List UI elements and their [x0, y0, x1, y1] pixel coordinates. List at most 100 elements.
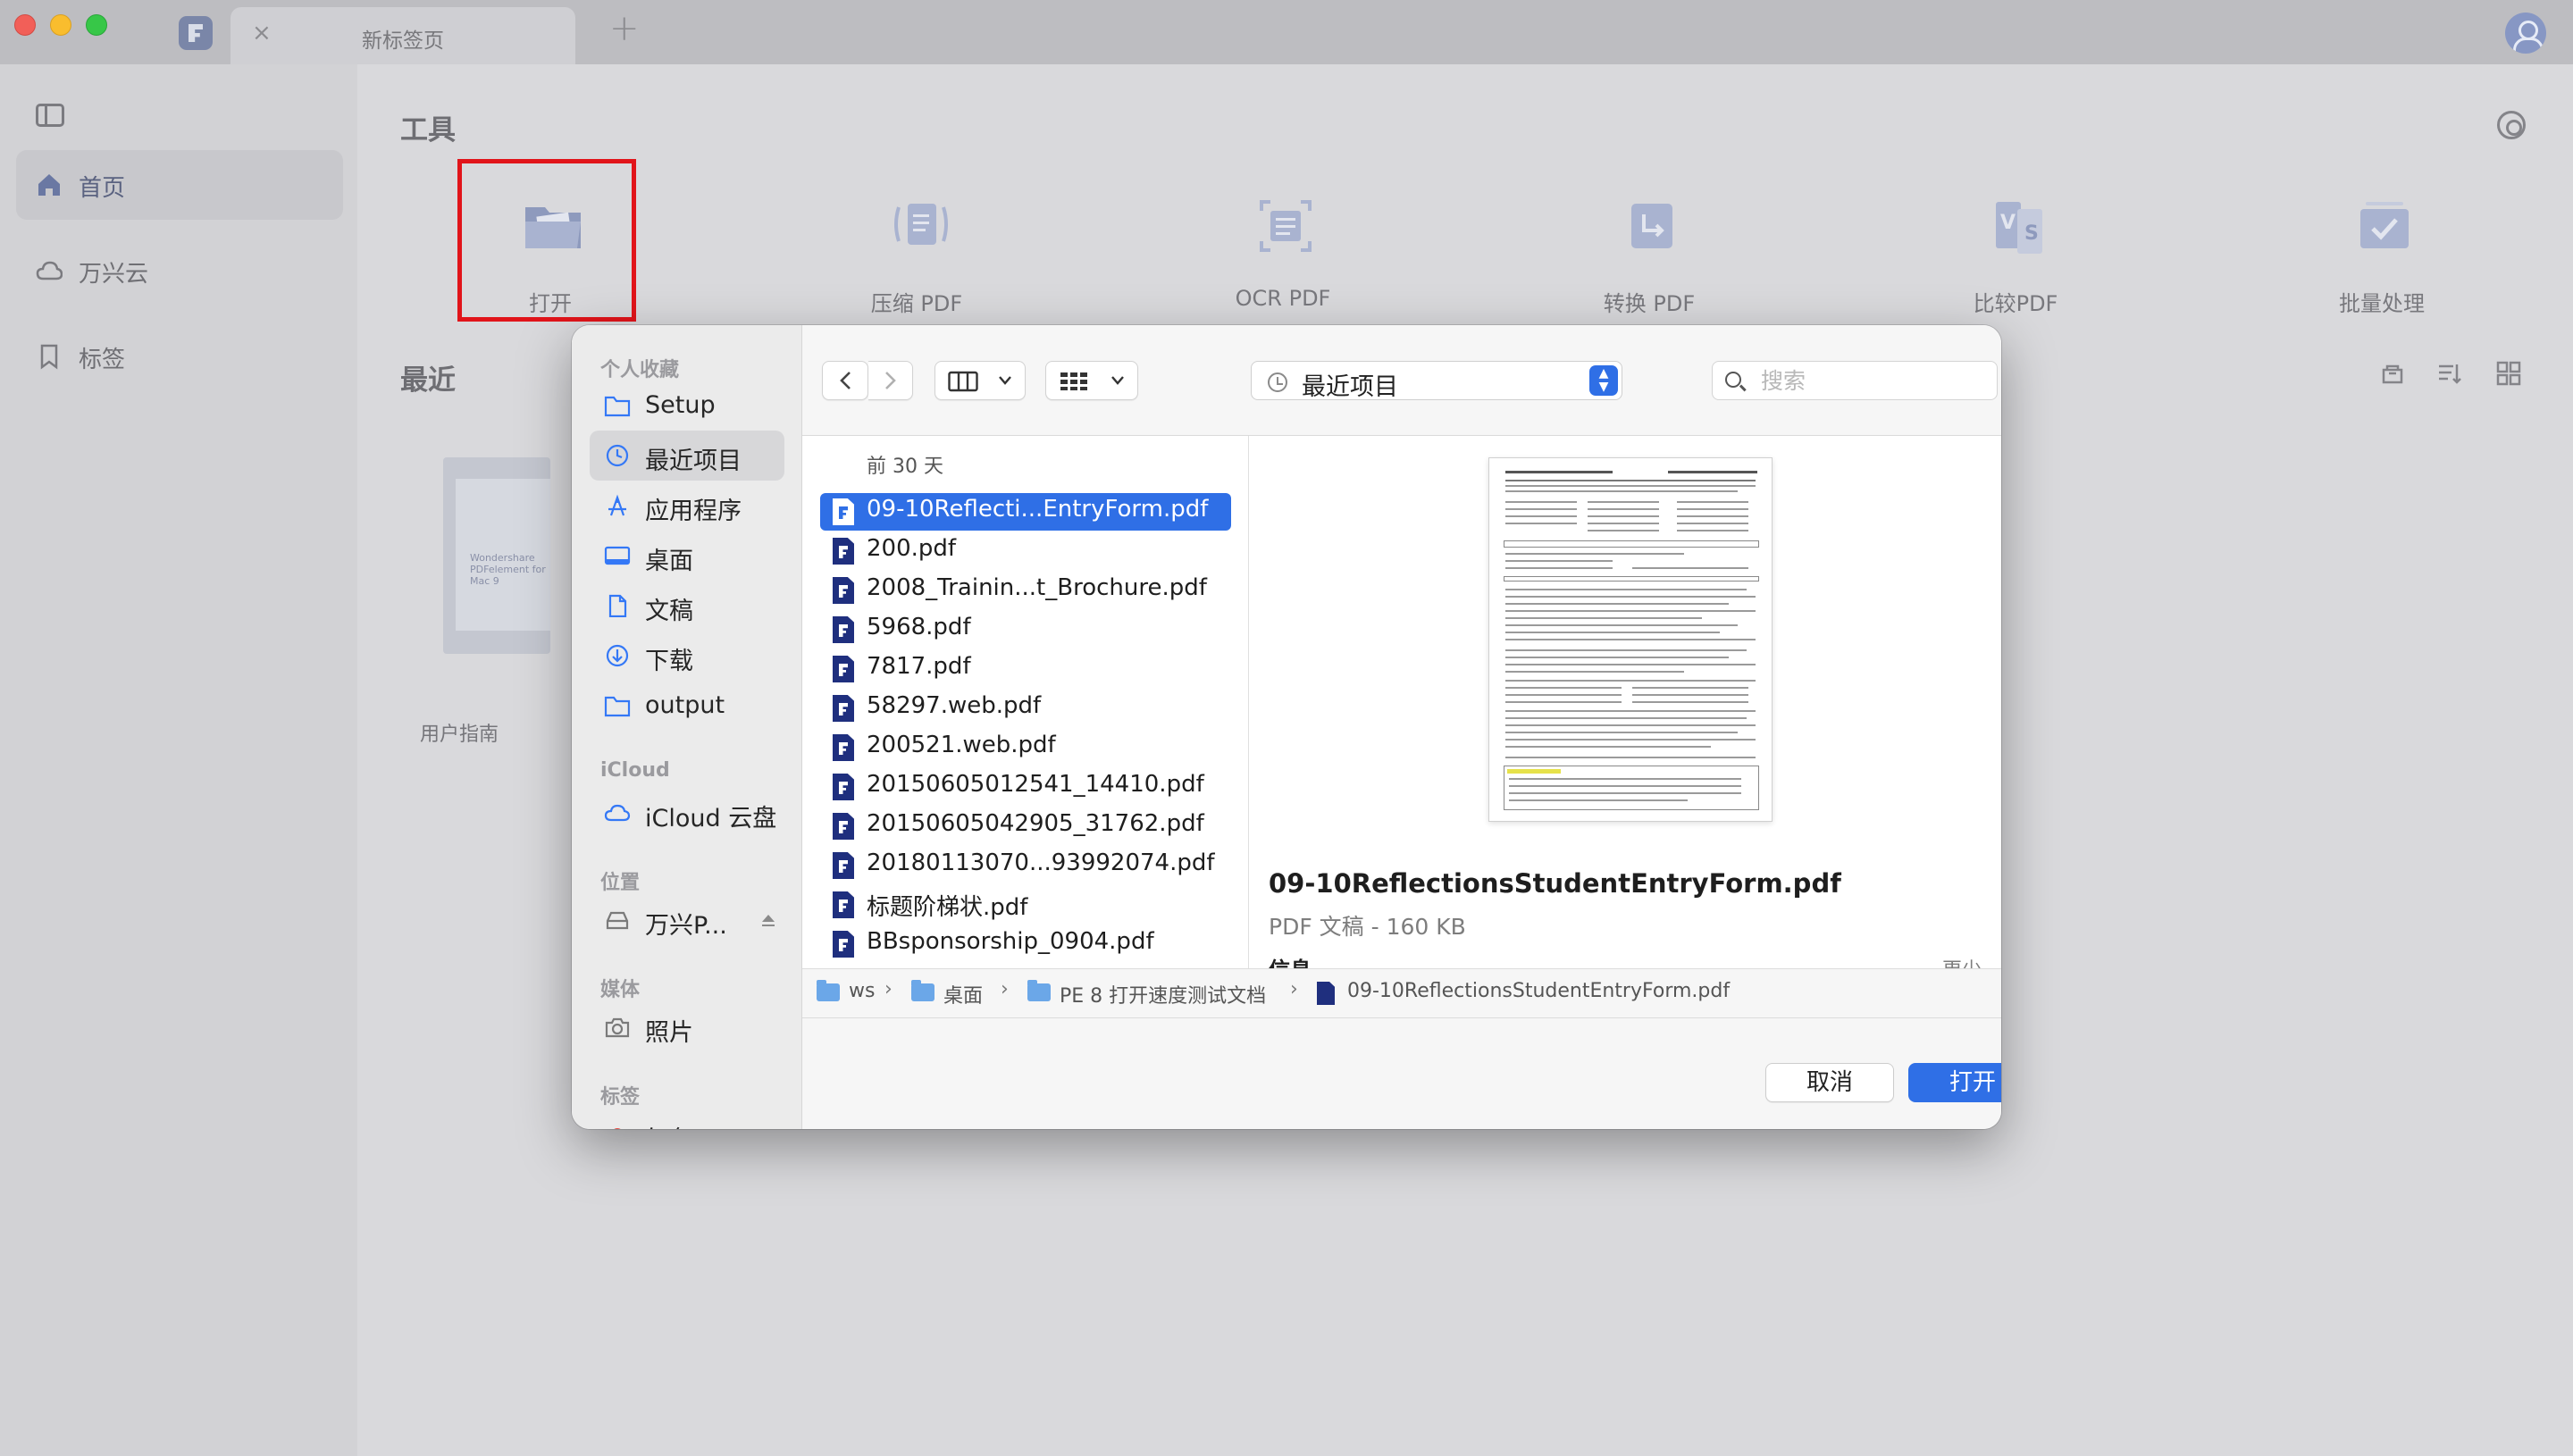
pdf-file-icon: [833, 774, 854, 800]
group-by-button[interactable]: [1045, 361, 1138, 400]
sidebar-item-downloads[interactable]: 下载: [590, 631, 784, 681]
search-field[interactable]: [1712, 361, 1998, 400]
sidebar-item-bookmarks[interactable]: 标签: [16, 322, 343, 391]
clock-icon: [606, 444, 629, 467]
file-row[interactable]: 20150605012541_14410.pdf: [820, 768, 1231, 806]
pdf-file-icon: [833, 931, 854, 958]
file-row[interactable]: 标题阶梯状.pdf: [820, 886, 1231, 924]
file-row[interactable]: 58297.web.pdf: [820, 690, 1231, 727]
sidebar-item-home[interactable]: 首页: [16, 150, 343, 220]
new-tab-button[interactable]: +: [609, 11, 640, 46]
tool-label: 压缩 PDF: [870, 291, 963, 316]
preview-pane: 09-10ReflectionsStudentEntryForm.pdf PDF…: [1249, 436, 2001, 983]
close-window-button[interactable]: [14, 14, 36, 36]
file-name: 09-10Reflecti...EntryForm.pdf: [867, 496, 1209, 523]
folder-icon: [911, 980, 934, 1001]
home-icon: [38, 174, 60, 196]
clear-recent-icon[interactable]: [2378, 359, 2407, 388]
pdf-file-icon: [833, 695, 854, 722]
open-tool-highlight-box: [457, 159, 636, 322]
columns-view-icon: [948, 371, 978, 392]
file-row[interactable]: 7817.pdf: [820, 650, 1231, 688]
preview-file-meta: PDF 文稿 - 160 KB: [1269, 914, 1466, 940]
file-row[interactable]: 200.pdf: [820, 532, 1231, 570]
file-row[interactable]: 09-10Reflecti...EntryForm.pdf: [820, 493, 1231, 531]
file-name: 20150605042905_31762.pdf: [867, 810, 1204, 837]
user-avatar-icon[interactable]: [2505, 13, 2546, 54]
icloud-icon: [604, 804, 631, 822]
sidebar-item-output[interactable]: output: [590, 681, 784, 731]
sidebar-item-label: 文稿: [645, 598, 693, 625]
path-crumb[interactable]: ws: [849, 980, 875, 1002]
recent-file-thumbnail[interactable]: Wondershare PDFelement for Mac 9: [443, 457, 550, 654]
settings-icon[interactable]: [2497, 111, 2526, 139]
path-separator-icon: ›: [884, 978, 893, 1000]
dialog-footer: 取消 打开: [802, 1018, 2001, 1129]
sidebar-item-applications[interactable]: 应用程序: [590, 481, 784, 531]
tags-header: 标签: [600, 1086, 641, 1109]
camera-icon: [605, 1017, 630, 1038]
disk-icon: [606, 911, 629, 930]
path-separator-icon: ›: [1290, 978, 1298, 1000]
forward-button[interactable]: [868, 361, 913, 400]
tools-title: 工具: [400, 114, 456, 146]
sort-icon[interactable]: [2435, 359, 2464, 388]
file-list: 前 30 天 09-10Reflecti...EntryForm.pdf 200…: [802, 436, 1249, 968]
sidebar-item-setup[interactable]: Setup: [590, 381, 784, 431]
tool-batch-process[interactable]: 批量处理: [2292, 180, 2471, 359]
file-name: 20180113070...93992074.pdf: [867, 849, 1215, 876]
file-name: 20150605012541_14410.pdf: [867, 771, 1204, 798]
path-crumb[interactable]: 桌面: [943, 980, 983, 1008]
compress-pdf-icon: [894, 204, 948, 245]
pdf-file-icon: [833, 616, 854, 643]
sidebar-item-recents[interactable]: 最近项目: [590, 431, 784, 481]
pdf-file-icon: [833, 498, 854, 525]
app-sidebar: 首页 万兴云 标签: [0, 64, 357, 1456]
minimize-window-button[interactable]: [50, 14, 71, 36]
search-input[interactable]: [1761, 365, 1984, 396]
sidebar-item-icloud-drive[interactable]: iCloud 云盘: [590, 788, 784, 838]
pdf-file-icon: [1317, 982, 1335, 1005]
sidebar-item-disk[interactable]: 万兴P...: [590, 895, 784, 945]
recent-file-label[interactable]: 用户指南: [420, 718, 499, 747]
tool-label: 转换 PDF: [1603, 291, 1696, 316]
back-button[interactable]: [822, 361, 868, 400]
grid-view-icon[interactable]: [2494, 359, 2523, 388]
bookmark-icon: [40, 344, 58, 370]
path-crumb[interactable]: 09-10ReflectionsStudentEntryForm.pdf: [1347, 980, 1730, 1002]
sidebar-item-photos[interactable]: 照片: [590, 1002, 784, 1052]
tab-new[interactable]: × 新标签页: [230, 7, 575, 64]
group-label: 前 30 天: [867, 456, 943, 478]
pdf-file-icon: [833, 538, 854, 565]
cancel-button[interactable]: 取消: [1765, 1063, 1894, 1102]
file-row[interactable]: 20150605042905_31762.pdf: [820, 807, 1231, 845]
path-crumb[interactable]: PE 8 打开速度测试文档: [1060, 980, 1266, 1008]
sidebar-item-documents[interactable]: 文稿: [590, 581, 784, 631]
view-mode-button[interactable]: [934, 361, 1026, 400]
search-icon: [1725, 372, 1741, 388]
sidebar-item-label: output: [645, 691, 725, 719]
file-row[interactable]: 200521.web.pdf: [820, 729, 1231, 766]
cloud-icon: [36, 261, 63, 280]
pdf-file-icon: [833, 734, 854, 761]
chevron-left-icon: [840, 372, 851, 389]
file-row[interactable]: BBsponsorship_0904.pdf: [820, 925, 1231, 963]
location-select-value: 最近项目: [1302, 373, 1398, 401]
collapse-sidebar-icon[interactable]: [36, 104, 64, 127]
sidebar-item-tag-red[interactable]: 红色: [590, 1109, 784, 1129]
file-row[interactable]: 2008_Trainin...t_Brochure.pdf: [820, 572, 1231, 609]
svg-text:S: S: [2024, 222, 2039, 245]
ocr-pdf-icon: [1260, 200, 1312, 252]
open-button[interactable]: 打开: [1908, 1063, 2001, 1102]
sidebar-item-cloud[interactable]: 万兴云: [16, 236, 343, 305]
file-name: 2008_Trainin...t_Brochure.pdf: [867, 574, 1207, 601]
zoom-window-button[interactable]: [86, 14, 107, 36]
sidebar-item-desktop[interactable]: 桌面: [590, 531, 784, 581]
convert-pdf-icon: [1631, 204, 1672, 248]
eject-icon[interactable]: [759, 911, 777, 929]
home-folder-icon: [817, 980, 840, 1001]
folder-icon: [1027, 980, 1051, 1001]
file-row[interactable]: 5968.pdf: [820, 611, 1231, 649]
location-select[interactable]: 最近项目 ▲ ▼: [1251, 361, 1622, 401]
file-row[interactable]: 20180113070...93992074.pdf: [820, 847, 1231, 884]
